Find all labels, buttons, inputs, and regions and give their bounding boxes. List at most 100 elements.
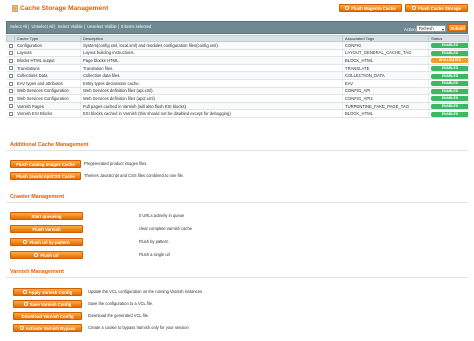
flush-magento-cache-button[interactable]: Flush Magento Cache (339, 4, 402, 12)
submit-button[interactable]: Submit (448, 24, 467, 32)
status-badge: ENABLED (431, 73, 468, 79)
additional-cache-title: Additional Cache Management (10, 142, 89, 148)
grid-body: Configuration System(config.xml, local.xm… (6, 41, 470, 118)
cache-type-cell: EAV types and attributes (14, 79, 81, 88)
massaction-bar: Select All| Unselect All| Select Visible… (6, 21, 468, 34)
varnish-title: Varnish Management (10, 269, 64, 275)
tags-cell: CONFIG_API2 (342, 94, 430, 103)
table-row[interactable]: Layouts Layout building instructions. LAYO… (6, 49, 470, 58)
save-varnish-config-button[interactable]: Save Varnish Config (13, 300, 82, 308)
row-checkbox[interactable] (8, 104, 13, 109)
table-row[interactable]: Web Services Configuration Web Services d… (6, 87, 470, 96)
flush-images-description: Pregenerated product images files. (84, 161, 148, 166)
description-cell: System(config.xml, local.xml) and module… (80, 41, 344, 50)
row-checkbox-cell (6, 109, 15, 118)
cache-grid: Cache Type Description Associated Tags S… (6, 35, 470, 118)
unselect-all-link[interactable]: Unselect All (32, 24, 54, 29)
table-row[interactable]: Varnish ESI Blocks ESI blocks cached in V… (6, 109, 470, 118)
status-badge: ENABLED (431, 66, 468, 71)
description-cell: Web Services definition files (api.xml). (80, 87, 344, 96)
refresh-icon (345, 6, 350, 10)
description-cell: Full pages cached in Varnish (will also … (80, 102, 344, 111)
table-row[interactable]: Blocks HTML output Page blocks HTML. BLOCK… (6, 56, 470, 65)
row-checkbox-cell (6, 94, 15, 103)
status-badge: ENABLED (431, 81, 468, 87)
divider (6, 150, 468, 151)
status-badge: ENABLED (431, 96, 468, 102)
row-checkbox[interactable] (8, 58, 13, 63)
description-cell: Layout building instructions. (80, 49, 344, 58)
row-checkbox-cell (6, 79, 15, 88)
row-checkbox-cell (6, 49, 15, 58)
flush-url-button[interactable]: Flush url (10, 251, 83, 259)
crawler-title: Crawler Management (10, 194, 65, 200)
activate-varnish-bypass-button[interactable]: Activate Varnish Bypass (13, 324, 82, 332)
status-cell: ENABLED (428, 64, 470, 73)
save-config-description: Save the configuration to a VCL file. (88, 301, 154, 306)
unselect-visible-link[interactable]: Unselect Visible (87, 24, 117, 29)
row-checkbox[interactable] (8, 74, 13, 79)
tags-cell: CONFIG_API (342, 87, 430, 96)
table-row[interactable]: Web Services Configuration Web Services d… (6, 94, 470, 103)
status-badge: ENABLED (431, 111, 468, 117)
massaction-links: Select All| Unselect All| Select Visible… (10, 24, 152, 29)
row-checkbox[interactable] (8, 112, 13, 117)
refresh-icon (19, 326, 24, 330)
row-checkbox[interactable] (8, 96, 13, 101)
row-checkbox[interactable] (8, 51, 13, 56)
flush-url-pattern-button[interactable]: Flush url by pattern (10, 238, 83, 246)
status-cell: ENABLED (428, 79, 470, 88)
tags-cell: BLOCK_HTML (342, 109, 430, 118)
cache-type-cell: Varnish Pages (14, 102, 81, 111)
tags-cell: EAV (342, 79, 430, 88)
table-row[interactable]: Varnish Pages Full pages cached in Varnis… (6, 102, 470, 111)
status-cell: ENABLED (428, 87, 470, 96)
row-checkbox-cell (6, 71, 15, 80)
flush-cache-storage-button[interactable]: Flush Cache Storage (405, 4, 468, 12)
tags-cell: LAYOUT_GENERAL_CACHE_TAG (342, 49, 430, 58)
chevron-down-icon: ▾ (441, 27, 444, 32)
cache-type-cell: Varnish ESI Blocks (14, 109, 81, 118)
status-badge: ENABLED (431, 88, 468, 94)
description-cell: Page blocks HTML. (80, 56, 344, 65)
row-checkbox-cell (6, 41, 15, 50)
description-cell: Collection data files. (80, 71, 344, 80)
status-badge: ENABLED (431, 50, 468, 56)
select-visible-link[interactable]: Select Visible (58, 24, 83, 29)
apply-varnish-config-button[interactable]: Apply Varnish Config (13, 288, 82, 296)
table-row[interactable]: Translations Translation files. TRANSLATE E… (6, 64, 470, 73)
cache-icon (12, 5, 18, 12)
selected-count: 0 items selected (120, 24, 152, 29)
row-checkbox[interactable] (8, 43, 13, 48)
table-row[interactable]: Collections Data Collection data files. CO… (6, 71, 470, 80)
start-queueing-button[interactable]: Start queueing (10, 212, 83, 220)
flush-varnish-description: clear complete varnish cache (139, 226, 193, 231)
status-cell: ENABLED (428, 94, 470, 103)
cache-type-cell: Web Services Configuration (14, 94, 81, 103)
flush-catalog-images-button[interactable]: Flush Catalog Images Cache (10, 160, 81, 168)
tags-cell: CONFIG (342, 41, 430, 50)
select-all-link[interactable]: Select All (10, 24, 27, 29)
queue-count-text: 0 URLs actively in queue (139, 213, 185, 218)
refresh-icon (412, 6, 417, 10)
divider (6, 202, 468, 203)
divider (6, 277, 468, 278)
flush-js-css-button[interactable]: Flush JavaScript/CSS Cache (10, 172, 81, 180)
table-row[interactable]: Configuration System(config.xml, local.xm… (6, 41, 470, 50)
bypass-description: Create a cookie to bypass Varnish only f… (88, 325, 189, 330)
status-cell: ENABLED (428, 102, 470, 111)
status-cell: INVALIDATED (428, 56, 470, 65)
table-row[interactable]: EAV types and attributes Entity types dec… (6, 79, 470, 88)
status-cell: ENABLED (428, 71, 470, 80)
refresh-icon (23, 302, 28, 306)
row-checkbox[interactable] (8, 89, 13, 94)
status-badge: ENABLED (431, 43, 468, 49)
download-varnish-config-button[interactable]: Download Varnish Config (13, 312, 82, 320)
flush-varnish-button[interactable]: Flush Varnish (10, 225, 83, 233)
cache-type-cell: Blocks HTML output (14, 56, 81, 65)
actions-select[interactable]: Refresh ▾ (416, 25, 446, 32)
row-checkbox[interactable] (8, 66, 13, 71)
tags-cell: BLOCK_HTML (342, 56, 430, 65)
row-checkbox[interactable] (8, 81, 13, 86)
flush-js-css-description: Themes JavaScript and CSS files combined… (84, 173, 184, 178)
